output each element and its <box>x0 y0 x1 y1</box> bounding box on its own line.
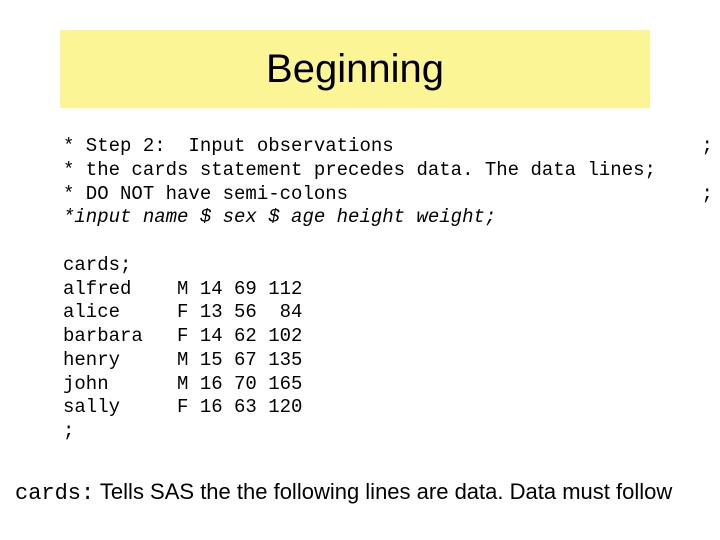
data-row: sally F 16 63 120 <box>63 396 302 418</box>
data-row: barbara F 14 62 102 <box>63 325 302 347</box>
data-row: alice F 13 56 84 <box>63 301 302 323</box>
comment-line-1: * Step 2: Input observations ; <box>63 135 713 157</box>
cards-statement: cards; <box>63 254 131 276</box>
data-row: alfred M 14 69 112 <box>63 278 302 300</box>
comment-line-2: * the cards statement precedes data. The… <box>63 159 656 181</box>
slide: Beginning * Step 2: Input observations ;… <box>0 0 720 540</box>
data-row: henry M 15 67 135 <box>63 349 302 371</box>
comment-line-3: * DO NOT have semi-colons ; <box>63 183 713 205</box>
slide-title: Beginning <box>266 47 444 92</box>
data-row: john M 16 70 165 <box>63 373 302 395</box>
footer-text: Tells SAS the the following lines are da… <box>94 479 672 504</box>
footer-keyword: cards: <box>15 481 94 506</box>
title-box: Beginning <box>60 30 650 108</box>
input-statement: *input name $ sex $ age height weight; <box>63 206 496 228</box>
terminating-semicolon: ; <box>63 420 74 442</box>
footer-note: cards: Tells SAS the the following lines… <box>15 479 715 506</box>
code-block: * Step 2: Input observations ; * the car… <box>63 135 663 444</box>
